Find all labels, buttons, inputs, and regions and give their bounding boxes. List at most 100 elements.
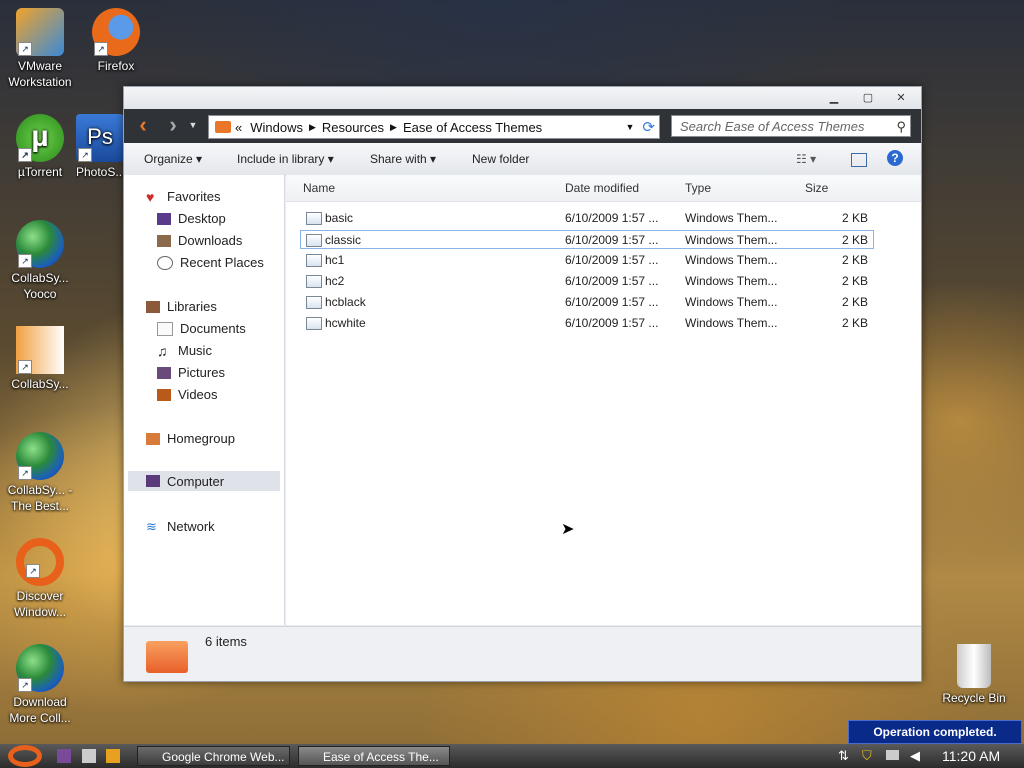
desktop-icon-label: CollabSy... xyxy=(11,377,69,391)
desktop-icon-collabsys-best[interactable]: ↗ CollabSy... - The Best... xyxy=(0,432,80,514)
nav-documents[interactable]: Documents xyxy=(157,321,246,336)
nav-music[interactable]: ♫ Music xyxy=(157,343,212,358)
breadcrumb-separator-icon[interactable]: ▶ xyxy=(309,122,316,133)
start-button[interactable] xyxy=(8,745,42,767)
nav-network[interactable]: ≋ Network xyxy=(146,519,215,534)
document-icon: ↗ xyxy=(16,326,64,374)
shortcut-arrow-icon: ↗ xyxy=(18,254,32,268)
file-row[interactable]: hcwhite 6/10/2009 1:57 ... Windows Them.… xyxy=(300,314,874,333)
organize-button[interactable]: Organize ▾ xyxy=(144,152,202,166)
nav-videos[interactable]: Videos xyxy=(157,387,218,402)
file-row[interactable]: classic 6/10/2009 1:57 ... Windows Them.… xyxy=(300,230,874,249)
nav-pictures[interactable]: Pictures xyxy=(157,365,225,380)
shield-tray-icon[interactable]: ⛉ xyxy=(862,748,872,764)
file-type: Windows Them... xyxy=(685,253,778,267)
desktop-icon-collabsys[interactable]: ↗ CollabSy... xyxy=(0,326,80,392)
address-dropdown-icon[interactable]: ▼ xyxy=(626,122,635,132)
quick-launch-icon[interactable] xyxy=(106,749,120,763)
breadcrumb-separator-icon[interactable]: ▶ xyxy=(390,122,397,133)
title-bar[interactable]: ▁ ▢ ✕ xyxy=(124,87,921,109)
file-name: classic xyxy=(325,233,362,247)
forward-button[interactable]: › xyxy=(162,114,184,137)
recent-pages-dropdown[interactable]: ▼ xyxy=(182,115,204,137)
nav-recent-places[interactable]: Recent Places xyxy=(157,255,264,270)
preview-pane-icon[interactable] xyxy=(851,153,867,167)
shortcut-arrow-icon: ↗ xyxy=(18,42,32,56)
volume-tray-icon[interactable]: ◀ xyxy=(910,748,920,764)
item-count: 6 items xyxy=(205,634,247,649)
desktop-icon-label: Download More Coll... xyxy=(9,695,71,725)
network-tray-icon[interactable]: ⇅ xyxy=(838,748,849,764)
file-size: 2 KB xyxy=(842,233,869,247)
mouse-cursor-icon: ➤ xyxy=(561,521,575,538)
desktop-icon-firefox[interactable]: ↗ Firefox xyxy=(76,8,156,74)
desktop-icon xyxy=(157,212,171,225)
notification-toast[interactable]: Operation completed. xyxy=(848,720,1022,744)
taskbar: Google Chrome Web... Ease of Access The.… xyxy=(0,744,1024,768)
desktop-icon-recycle-bin[interactable]: Recycle Bin xyxy=(934,644,1014,706)
minimize-button[interactable]: ▁ xyxy=(823,90,845,106)
back-button[interactable]: ‹ xyxy=(132,114,154,137)
close-button[interactable]: ✕ xyxy=(890,90,912,106)
desktop-icon-download-more[interactable]: ↗ Download More Coll... xyxy=(0,644,80,726)
file-size: 2 KB xyxy=(842,274,869,288)
desktop-icon-utorrent[interactable]: µ ↗ µTorrent xyxy=(0,114,80,180)
file-date: 6/10/2009 1:57 ... xyxy=(565,233,659,247)
help-icon[interactable]: ? xyxy=(887,150,903,166)
quick-launch-icon[interactable] xyxy=(57,749,71,763)
shortcut-arrow-icon: ↗ xyxy=(26,564,40,578)
breadcrumb-overflow[interactable]: « xyxy=(235,120,242,135)
desktop-icon-photoshop[interactable]: Ps ↗ PhotoS... CS xyxy=(76,114,124,180)
share-with-button[interactable]: Share with ▾ xyxy=(370,152,436,166)
theme-file-icon xyxy=(306,317,322,330)
theme-file-icon xyxy=(306,296,322,309)
column-header-name[interactable]: Name xyxy=(303,181,335,195)
search-input[interactable]: Search Ease of Access Themes ⚲ xyxy=(671,115,911,137)
file-name: hc1 xyxy=(325,253,345,267)
view-options-icon[interactable]: ☷ ▾ xyxy=(796,152,816,166)
file-row[interactable]: hcblack 6/10/2009 1:57 ... Windows Them.… xyxy=(300,293,874,312)
file-size: 2 KB xyxy=(842,253,869,267)
nav-computer[interactable]: Computer xyxy=(128,471,280,491)
breadcrumb-windows[interactable]: Windows xyxy=(250,120,303,135)
new-folder-button[interactable]: New folder xyxy=(472,152,529,166)
nav-downloads[interactable]: Downloads xyxy=(157,233,242,248)
vmware-icon: ↗ xyxy=(16,8,64,56)
breadcrumb-ease-of-access-themes[interactable]: Ease of Access Themes xyxy=(403,120,542,135)
column-header-date-modified[interactable]: Date modified xyxy=(565,181,639,195)
breadcrumb-resources[interactable]: Resources xyxy=(322,120,384,135)
display-tray-icon[interactable] xyxy=(886,750,899,760)
search-icon[interactable]: ⚲ xyxy=(896,116,906,138)
desktop-icon-label: µTorrent xyxy=(17,165,63,179)
desktop-icon-vmware[interactable]: ↗ VMware Workstation xyxy=(0,8,80,90)
nav-libraries[interactable]: Libraries xyxy=(146,299,217,314)
downloads-icon xyxy=(157,234,171,247)
file-size: 2 KB xyxy=(842,295,869,309)
shortcut-arrow-icon: ↗ xyxy=(18,678,32,692)
clock[interactable]: 11:20 AM xyxy=(942,748,1000,764)
desktop-icon-collabsys-yooco[interactable]: ↗ CollabSy... Yooco xyxy=(0,220,80,302)
task-google-chrome[interactable]: Google Chrome Web... xyxy=(137,746,290,766)
refresh-icon[interactable]: ⟳ xyxy=(642,118,655,136)
desktop-icon-discover-windows[interactable]: ↗ Discover Window... xyxy=(0,538,80,620)
file-date: 6/10/2009 1:57 ... xyxy=(565,295,659,309)
file-row[interactable]: hc1 6/10/2009 1:57 ... Windows Them... 2… xyxy=(300,251,874,270)
file-size: 2 KB xyxy=(842,211,869,225)
quick-launch-icon[interactable] xyxy=(82,749,96,763)
file-row[interactable]: hc2 6/10/2009 1:57 ... Windows Them... 2… xyxy=(300,272,874,291)
desktop-icon-label: CollabSy... - The Best... xyxy=(7,483,73,513)
file-size: 2 KB xyxy=(842,316,869,330)
maximize-button[interactable]: ▢ xyxy=(857,90,879,106)
details-pane: 6 items xyxy=(124,626,921,681)
nav-favorites[interactable]: ♥ Favorites xyxy=(146,189,220,204)
task-ease-of-access-themes[interactable]: Ease of Access The... xyxy=(298,746,450,766)
globe-icon: ↗ xyxy=(16,220,64,268)
include-in-library-button[interactable]: Include in library ▾ xyxy=(237,152,334,166)
file-row[interactable]: basic 6/10/2009 1:57 ... Windows Them...… xyxy=(300,209,874,228)
column-header-type[interactable]: Type xyxy=(685,181,711,195)
address-bar[interactable]: « Windows ▶ Resources ▶ Ease of Access T… xyxy=(208,115,660,139)
column-header-size[interactable]: Size xyxy=(805,181,828,195)
nav-homegroup[interactable]: Homegroup xyxy=(146,431,235,446)
nav-desktop[interactable]: Desktop xyxy=(157,211,226,226)
photoshop-icon: Ps ↗ xyxy=(76,114,124,162)
